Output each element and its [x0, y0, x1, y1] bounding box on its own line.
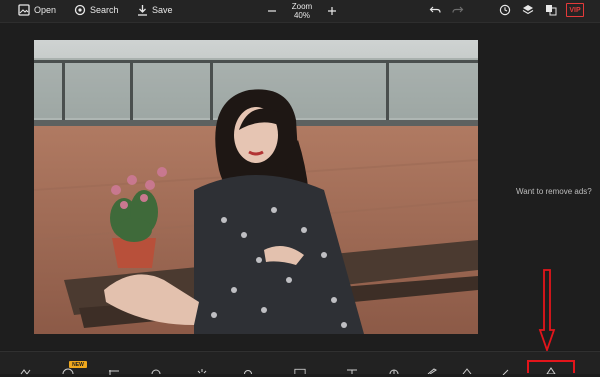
translate-icon: [546, 5, 557, 16]
top-toolbar: Open Search Save Zoom 40% VIP: [0, 0, 600, 23]
undo-icon: [429, 6, 441, 13]
zoom-readout: Zoom 40%: [292, 2, 312, 20]
photo-image: [34, 40, 478, 334]
layers-button[interactable]: [520, 2, 536, 18]
search-button[interactable]: Search: [74, 0, 119, 20]
redo-icon: [452, 6, 464, 13]
tool-retouch-icon[interactable]: [242, 368, 254, 376]
annotation-highlight-box: [527, 360, 575, 373]
save-label: Save: [152, 5, 173, 15]
zoom-out-icon[interactable]: [267, 6, 277, 16]
open-button[interactable]: Open: [18, 0, 56, 20]
zoom-value: 40%: [293, 11, 310, 20]
canvas-area: Want to remove ads?: [0, 23, 600, 350]
tool-light-icon[interactable]: [196, 368, 208, 376]
open-icon: [18, 4, 30, 16]
history-button[interactable]: [497, 2, 513, 18]
search-label: Search: [90, 5, 119, 15]
vip-badge[interactable]: VIP: [566, 3, 584, 17]
tool-frame-icon[interactable]: [294, 368, 306, 376]
tool-new-feature-icon[interactable]: [62, 368, 74, 376]
remove-ads-text[interactable]: Want to remove ads?: [516, 187, 592, 196]
tool-effect-icon[interactable]: [461, 368, 473, 376]
zoom-control: Zoom 40%: [267, 0, 337, 22]
new-badge: NEW: [69, 361, 87, 368]
save-icon: [138, 5, 147, 16]
history-icon: [499, 4, 511, 16]
tool-more-icon[interactable]: [500, 369, 512, 377]
tool-crop-icon[interactable]: [108, 369, 120, 377]
open-label: Open: [34, 5, 57, 15]
zoom-in-icon[interactable]: [327, 6, 337, 16]
undo-button[interactable]: [427, 2, 443, 18]
redo-button[interactable]: [450, 2, 466, 18]
layers-icon: [522, 5, 534, 15]
search-icon: [74, 4, 86, 16]
tool-filter-icon[interactable]: [150, 368, 162, 376]
tool-brush-icon[interactable]: [426, 368, 438, 376]
zoom-label: Zoom: [291, 2, 313, 11]
tool-sticker-icon[interactable]: [388, 368, 400, 376]
tool-adjust-icon[interactable]: [20, 369, 32, 377]
translate-button[interactable]: [543, 2, 559, 18]
annotation-arrow-icon: [538, 269, 556, 353]
save-button[interactable]: Save: [137, 0, 173, 20]
tool-text-icon[interactable]: [346, 368, 358, 376]
edited-photo[interactable]: [34, 40, 478, 334]
bottom-toolbar: NEW: [0, 351, 600, 377]
